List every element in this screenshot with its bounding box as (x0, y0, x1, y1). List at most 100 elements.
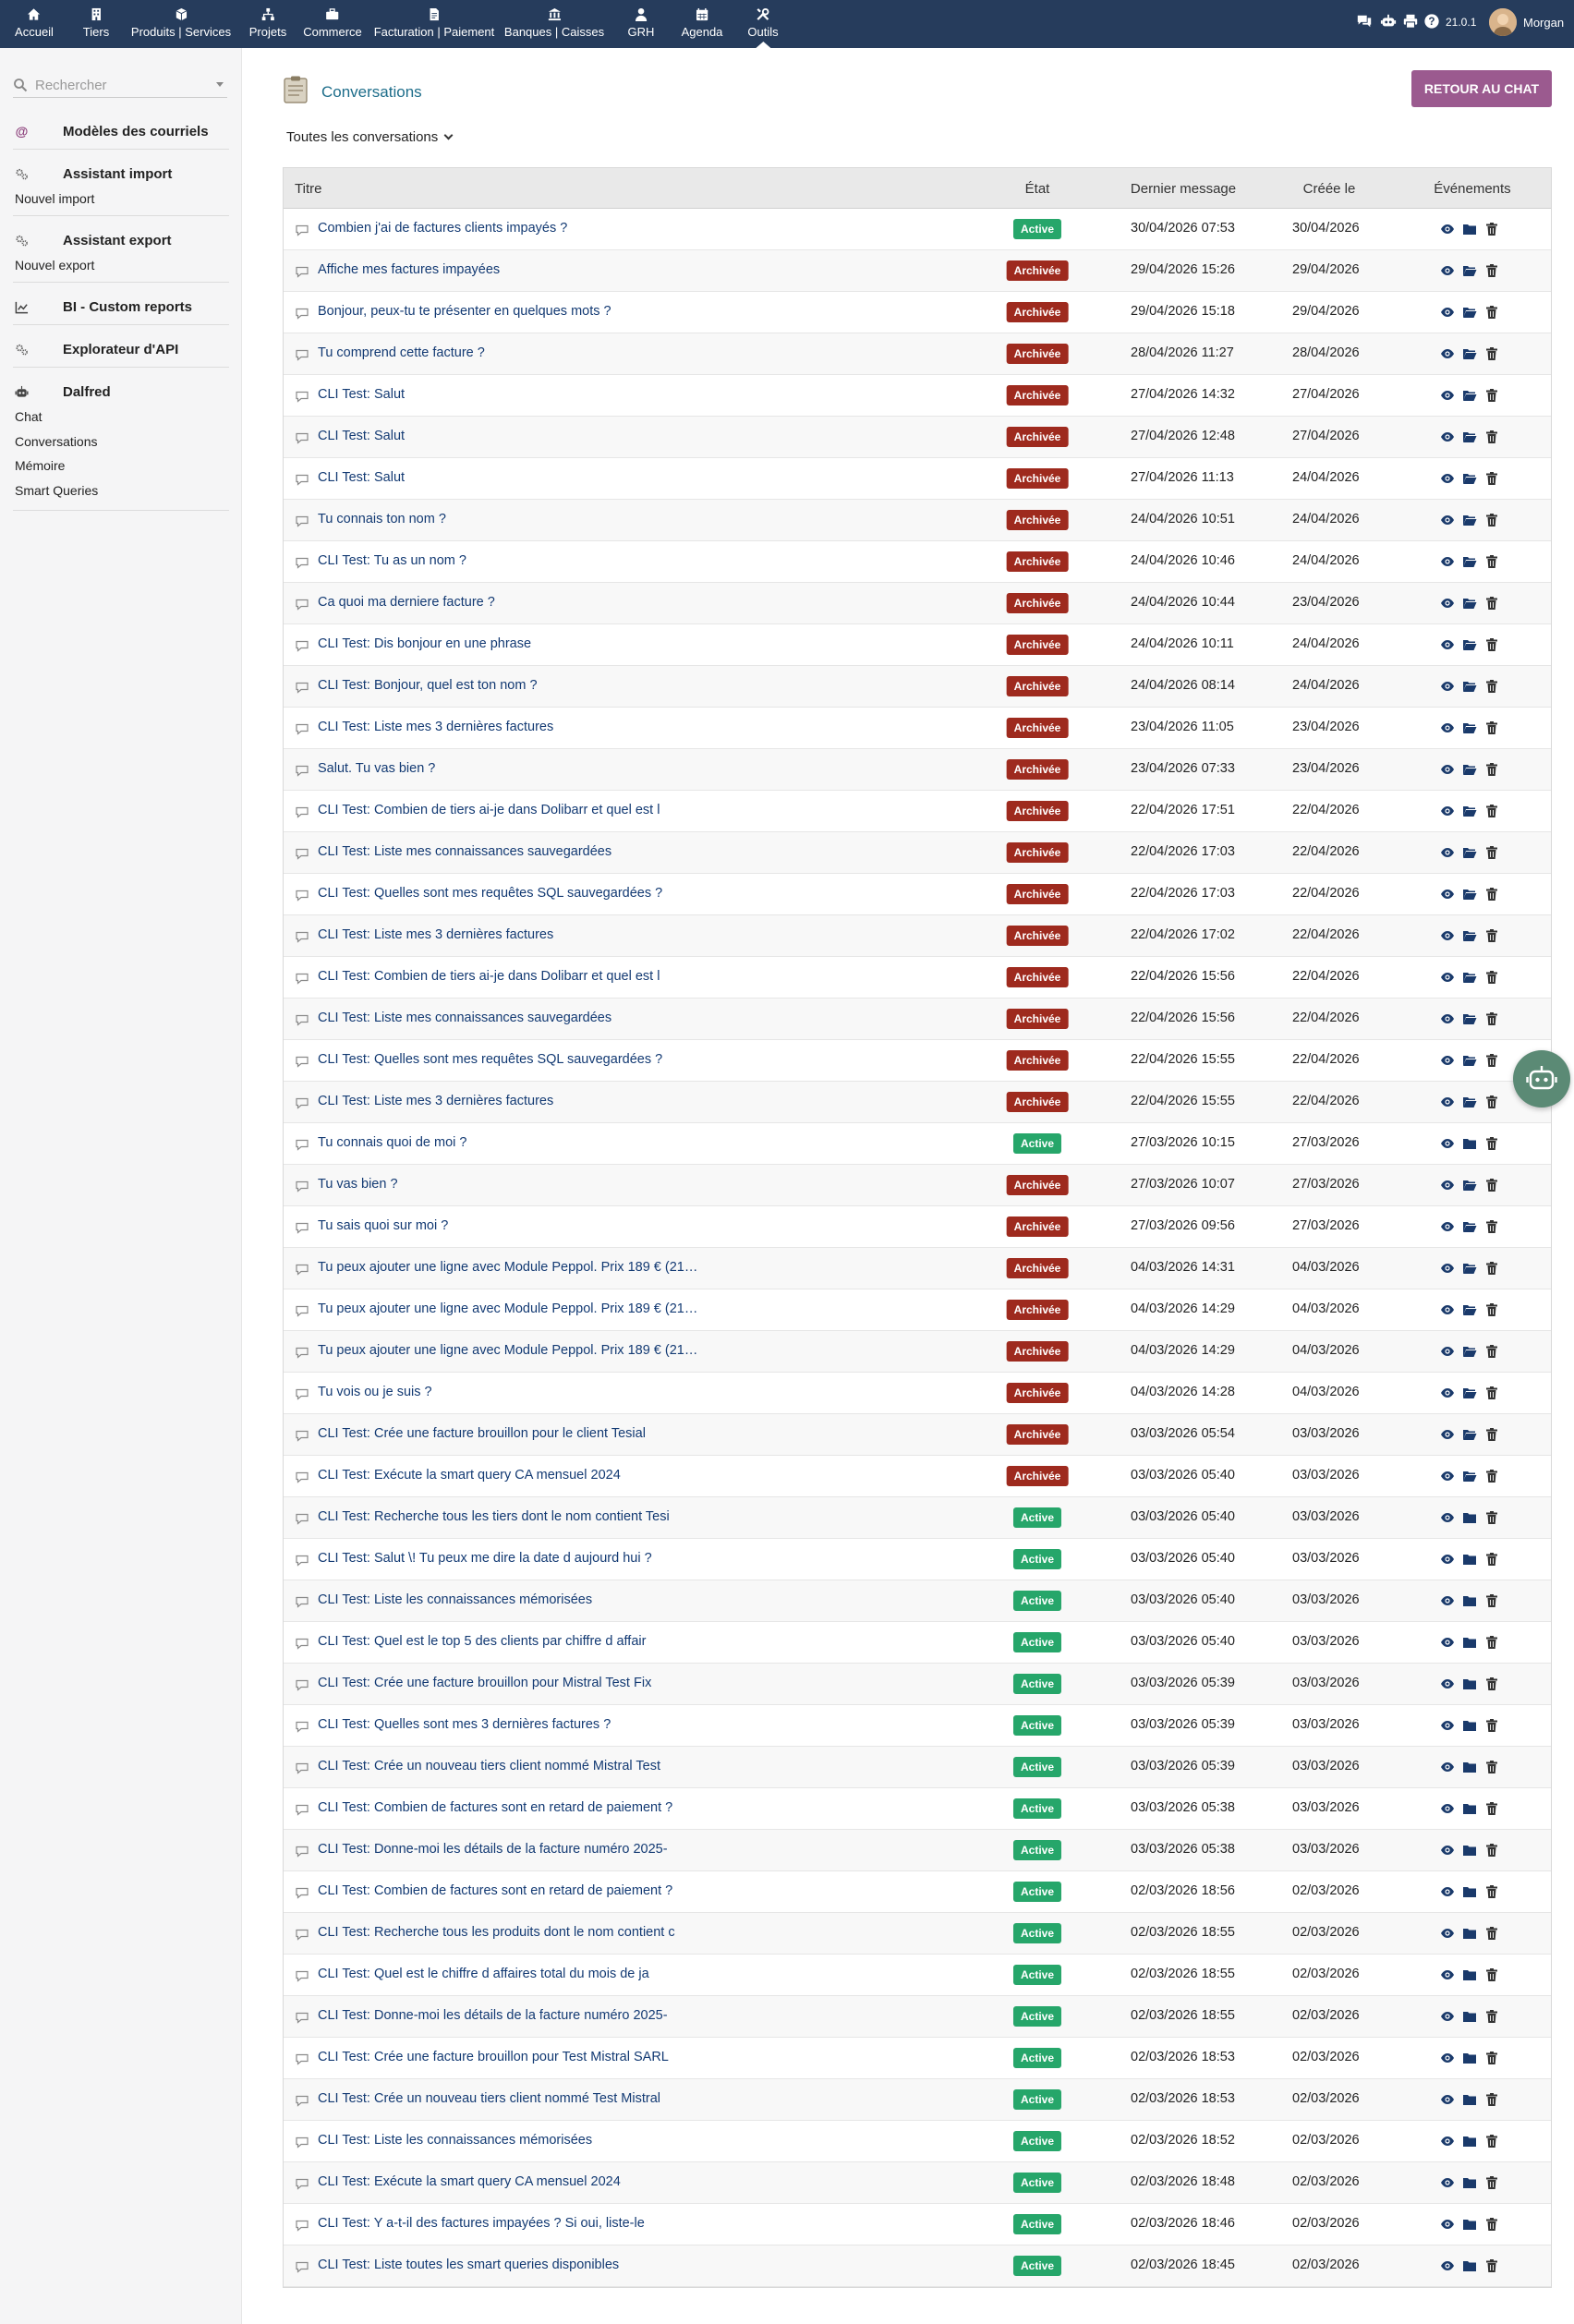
view-icon[interactable] (1440, 513, 1455, 527)
table-row[interactable]: CLI Test: Quelles sont mes requêtes SQL … (284, 1040, 1551, 1082)
delete-icon[interactable] (1484, 1843, 1499, 1858)
top-menu-accueil[interactable]: Accueil (15, 0, 54, 48)
table-row[interactable]: Tu peux ajouter une ligne avec Module Pe… (284, 1248, 1551, 1289)
delete-icon[interactable] (1484, 1593, 1499, 1608)
delete-icon[interactable] (1484, 1469, 1499, 1483)
unarchive-folder-icon[interactable] (1462, 554, 1477, 569)
archive-folder-icon[interactable] (1462, 1635, 1477, 1650)
view-icon[interactable] (1440, 1053, 1455, 1068)
archive-folder-icon[interactable] (1462, 1884, 1477, 1899)
view-icon[interactable] (1440, 1676, 1455, 1691)
conversation-title-link[interactable]: CLI Test: Combien de factures sont en re… (318, 1800, 672, 1815)
unarchive-folder-icon[interactable] (1462, 263, 1477, 278)
delete-icon[interactable] (1484, 804, 1499, 818)
conversation-title-link[interactable]: CLI Test: Crée un nouveau tiers client n… (318, 2091, 660, 2106)
conversation-title-link[interactable]: CLI Test: Crée une facture brouillon pou… (318, 1676, 651, 1690)
table-row[interactable]: Tu peux ajouter une ligne avec Module Pe… (284, 1331, 1551, 1373)
sidebar-item-conversations[interactable]: Conversations (15, 434, 98, 449)
conversation-title-link[interactable]: CLI Test: Salut (318, 387, 405, 402)
conversation-title-link[interactable]: Tu peux ajouter une ligne avec Module Pe… (318, 1301, 697, 1316)
view-icon[interactable] (1440, 1967, 1455, 1982)
view-icon[interactable] (1440, 720, 1455, 735)
view-icon[interactable] (1440, 970, 1455, 985)
archive-folder-icon[interactable] (1462, 2217, 1477, 2232)
conversation-title-link[interactable]: CLI Test: Combien de factures sont en re… (318, 1883, 672, 1898)
table-row[interactable]: CLI Test: Combien de factures sont en re… (284, 1788, 1551, 1830)
top-menu-commerce[interactable]: Commerce (303, 0, 362, 48)
view-icon[interactable] (1440, 2051, 1455, 2065)
view-icon[interactable] (1440, 2134, 1455, 2148)
view-icon[interactable] (1440, 2009, 1455, 2024)
delete-icon[interactable] (1484, 1760, 1499, 1774)
conversation-title-link[interactable]: Ca quoi ma derniere facture ? (318, 595, 495, 610)
unarchive-folder-icon[interactable] (1462, 679, 1477, 694)
delete-icon[interactable] (1484, 720, 1499, 735)
conversation-title-link[interactable]: CLI Test: Dis bonjour en une phrase (318, 636, 531, 651)
delete-icon[interactable] (1484, 471, 1499, 486)
table-row[interactable]: CLI Test: Liste toutes les smart queries… (284, 2245, 1551, 2287)
table-row[interactable]: CLI Test: Liste les connaissances mémori… (284, 2121, 1551, 2162)
sidebar-section-assistant-export[interactable]: Assistant export (15, 233, 172, 248)
conversation-title-link[interactable]: CLI Test: Salut (318, 429, 405, 443)
archive-folder-icon[interactable] (1462, 2092, 1477, 2107)
view-icon[interactable] (1440, 471, 1455, 486)
view-icon[interactable] (1440, 1219, 1455, 1234)
unarchive-folder-icon[interactable] (1462, 388, 1477, 403)
archive-folder-icon[interactable] (1462, 2258, 1477, 2273)
archive-folder-icon[interactable] (1462, 1760, 1477, 1774)
conversation-title-link[interactable]: Combien j'ai de factures clients impayés… (318, 221, 567, 236)
unarchive-folder-icon[interactable] (1462, 1427, 1477, 1442)
archive-folder-icon[interactable] (1462, 2051, 1477, 2065)
view-icon[interactable] (1440, 1635, 1455, 1650)
table-row[interactable]: CLI Test: Tu as un nom ? Archivée 24/04/20… (284, 541, 1551, 583)
unarchive-folder-icon[interactable] (1462, 1011, 1477, 1026)
conversation-title-link[interactable]: CLI Test: Liste les connaissances mémori… (318, 1592, 592, 1607)
conversation-title-link[interactable]: CLI Test: Liste mes connaissances sauveg… (318, 844, 611, 859)
unarchive-folder-icon[interactable] (1462, 471, 1477, 486)
view-icon[interactable] (1440, 845, 1455, 860)
delete-icon[interactable] (1484, 1386, 1499, 1400)
sidebar-section-bi-custom-reports[interactable]: BI - Custom reports (15, 299, 192, 315)
conversation-title-link[interactable]: CLI Test: Crée une facture brouillon pou… (318, 2050, 669, 2064)
top-menu-banques-caisses[interactable]: Banques | Caisses (504, 0, 604, 48)
view-icon[interactable] (1440, 887, 1455, 902)
table-row[interactable]: Affiche mes factures impayées Archivée 29/… (284, 250, 1551, 292)
delete-icon[interactable] (1484, 928, 1499, 943)
conversation-title-link[interactable]: Tu vas bien ? (318, 1177, 398, 1192)
table-row[interactable]: Tu connais quoi de moi ? Active 27/03/2026… (284, 1123, 1551, 1165)
view-icon[interactable] (1440, 1095, 1455, 1109)
conversation-title-link[interactable]: CLI Test: Y a-t-il des factures impayées… (318, 2216, 645, 2231)
archive-folder-icon[interactable] (1462, 1136, 1477, 1151)
table-row[interactable]: CLI Test: Liste mes connaissances sauveg… (284, 832, 1551, 874)
sidebar-item-smart-queries[interactable]: Smart Queries (15, 483, 98, 498)
delete-icon[interactable] (1484, 2134, 1499, 2148)
table-row[interactable]: CLI Test: Quel est le chiffre d affaires… (284, 1955, 1551, 1996)
table-row[interactable]: CLI Test: Liste mes 3 dernières factures… (284, 1082, 1551, 1123)
delete-icon[interactable] (1484, 346, 1499, 361)
view-icon[interactable] (1440, 305, 1455, 320)
table-row[interactable]: CLI Test: Liste les connaissances mémori… (284, 1580, 1551, 1622)
table-row[interactable]: CLI Test: Combien de tiers ai-je dans Do… (284, 791, 1551, 832)
view-icon[interactable] (1440, 222, 1455, 236)
unarchive-folder-icon[interactable] (1462, 970, 1477, 985)
unarchive-folder-icon[interactable] (1462, 804, 1477, 818)
view-icon[interactable] (1440, 1593, 1455, 1608)
delete-icon[interactable] (1484, 1884, 1499, 1899)
conversation-title-link[interactable]: CLI Test: Quel est le top 5 des clients … (318, 1634, 646, 1649)
archive-folder-icon[interactable] (1462, 1843, 1477, 1858)
delete-icon[interactable] (1484, 1510, 1499, 1525)
archive-folder-icon[interactable] (1462, 1967, 1477, 1982)
view-icon[interactable] (1440, 1178, 1455, 1192)
archive-folder-icon[interactable] (1462, 222, 1477, 236)
delete-icon[interactable] (1484, 970, 1499, 985)
view-icon[interactable] (1440, 1510, 1455, 1525)
unarchive-folder-icon[interactable] (1462, 1053, 1477, 1068)
delete-icon[interactable] (1484, 1552, 1499, 1567)
table-row[interactable]: CLI Test: Crée un nouveau tiers client n… (284, 2079, 1551, 2121)
unarchive-folder-icon[interactable] (1462, 430, 1477, 444)
view-icon[interactable] (1440, 596, 1455, 611)
view-icon[interactable] (1440, 928, 1455, 943)
delete-icon[interactable] (1484, 679, 1499, 694)
view-icon[interactable] (1440, 1011, 1455, 1026)
conversation-title-link[interactable]: CLI Test: Liste toutes les smart queries… (318, 2257, 619, 2272)
